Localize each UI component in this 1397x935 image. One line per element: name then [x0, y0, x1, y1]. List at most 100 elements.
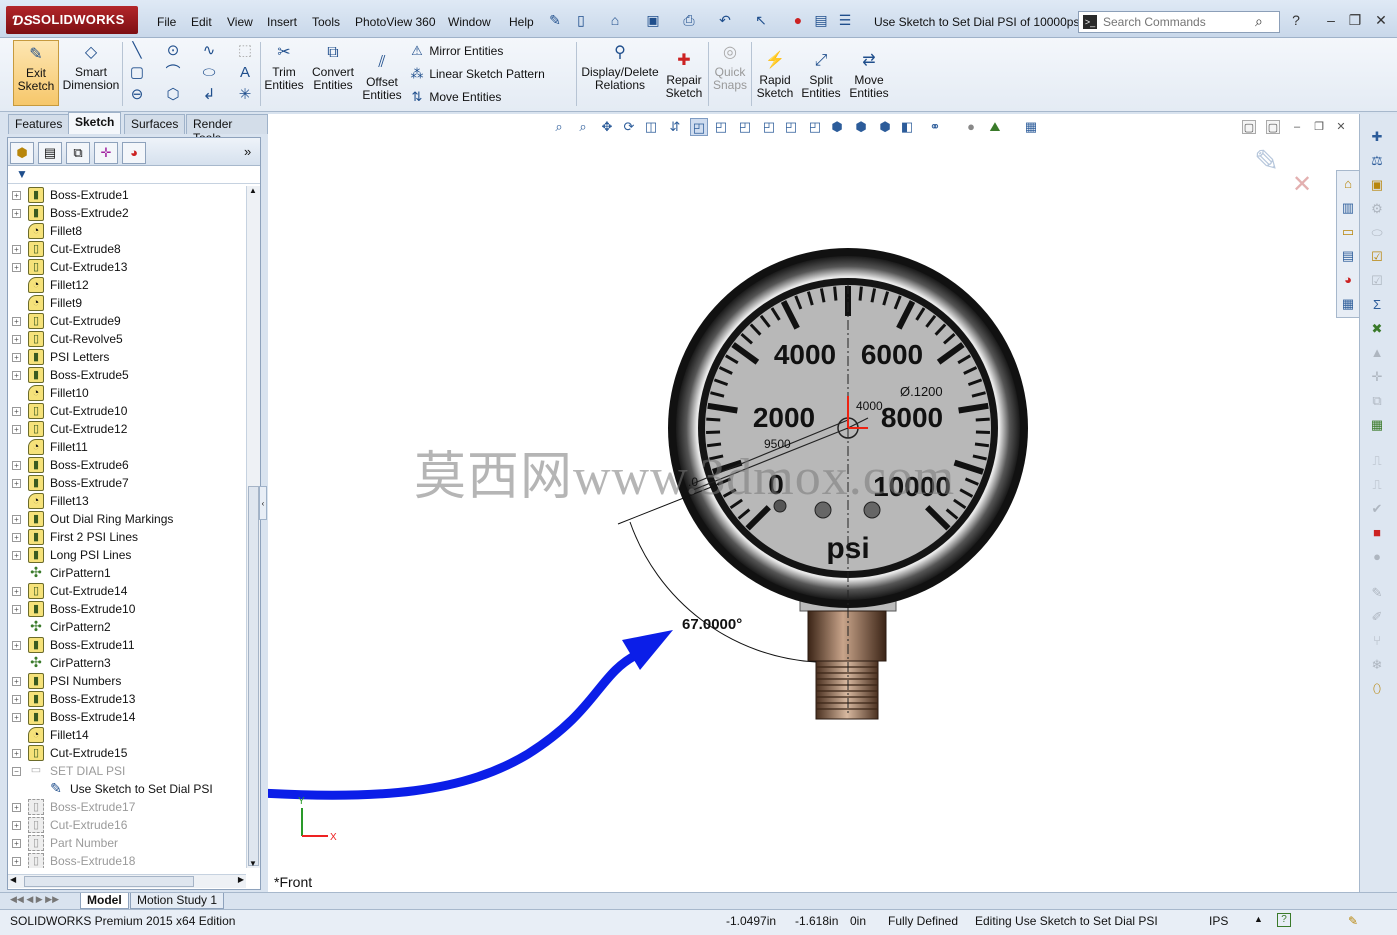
task-pane-draw-icon[interactable]: ✐: [1368, 608, 1386, 626]
task-pane-route-icon[interactable]: ✖: [1368, 320, 1386, 338]
scroll-up-icon[interactable]: ▲: [249, 186, 257, 195]
feature-tree-item[interactable]: ◔ Fillet11: [8, 438, 246, 456]
task-pane-checkbox-icon[interactable]: ☑: [1368, 272, 1386, 290]
feature-tree-item[interactable]: + ▯ Boss-Extrude17: [8, 798, 246, 816]
expand-toggle-icon[interactable]: +: [12, 425, 21, 434]
close-button[interactable]: ✕: [1372, 12, 1390, 28]
tab-features[interactable]: Features: [8, 114, 70, 134]
feature-tree-item[interactable]: + ▮ Boss-Extrude7: [8, 474, 246, 492]
minimize-button[interactable]: –: [1322, 12, 1340, 28]
menu-insert[interactable]: Insert: [267, 15, 297, 29]
dimxpert-tab-icon[interactable]: ✛: [94, 142, 118, 164]
feature-tree-item[interactable]: + ▯ Cut-Extrude16: [8, 816, 246, 834]
expand-toggle-icon[interactable]: +: [12, 371, 21, 380]
graphics-area[interactable]: ⌕ ⌕ ✥ ⟳ ◫ ⇵ ◰ ◰ ◰ ◰ ◰ ◰ ⬢ ⬢ ⬢ ◧ ⚭ ● ⛰ ▦ …: [268, 114, 1359, 892]
search-commands[interactable]: >_ ⌕: [1078, 11, 1280, 33]
undo-icon[interactable]: ↶: [716, 12, 734, 28]
feature-tree-item[interactable]: ◔ Fillet9: [8, 294, 246, 312]
scroll-left-icon[interactable]: ◀: [10, 875, 16, 884]
feature-tree-item[interactable]: + ▮ Boss-Extrude5: [8, 366, 246, 384]
task-pane-sphere-icon[interactable]: ●: [1368, 548, 1386, 566]
tree-horizontal-scrollbar[interactable]: ◀ ▶: [8, 874, 246, 888]
menu-photoview[interactable]: PhotoView 360: [355, 15, 436, 29]
task-pane-cylinder-icon[interactable]: ⬭: [1368, 224, 1386, 242]
restore-button[interactable]: ❐: [1346, 12, 1364, 28]
pin-icon[interactable]: ✎: [546, 12, 564, 28]
feature-tree-item[interactable]: ◔ Fillet10: [8, 384, 246, 402]
expand-toggle-icon[interactable]: +: [12, 641, 21, 650]
feature-tree-item[interactable]: ◔ Fillet8: [8, 222, 246, 240]
panel-splitter-handle[interactable]: ‹: [259, 486, 267, 520]
search-input[interactable]: [1103, 14, 1253, 30]
feature-tree-item[interactable]: + ▮ Boss-Extrude14: [8, 708, 246, 726]
arc-tool-icon[interactable]: ⌒: [164, 64, 182, 82]
offset-entities-button[interactable]: ⫽ Offset Entities: [360, 50, 404, 102]
expand-toggle-icon[interactable]: −: [12, 767, 21, 776]
feature-tree-tab-icon[interactable]: ⬢: [10, 142, 34, 164]
task-pane-resources-icon[interactable]: ✚: [1368, 128, 1386, 146]
tree-filter[interactable]: ▼: [8, 166, 260, 184]
task-pane-check-circle-icon[interactable]: ✔: [1368, 500, 1386, 518]
file-properties-icon[interactable]: ▤: [812, 12, 830, 28]
status-units[interactable]: IPS: [1209, 914, 1228, 928]
tab-scroll-arrows-icon[interactable]: ◀◀ ◀ ▶ ▶▶: [10, 894, 59, 905]
rebuild-icon[interactable]: ●: [789, 12, 807, 28]
feature-tree-item[interactable]: ◔ Fillet13: [8, 492, 246, 510]
view-palette-icon[interactable]: ▤: [1339, 247, 1357, 265]
configuration-manager-tab-icon[interactable]: ⧉: [66, 142, 90, 164]
expand-toggle-icon[interactable]: +: [12, 479, 21, 488]
linear-sketch-pattern-button[interactable]: ⁂ Linear Sketch Pattern: [408, 66, 545, 82]
file-explorer-icon[interactable]: ▭: [1339, 223, 1357, 241]
display-delete-relations-button[interactable]: ⚲ Display/Delete Relations: [580, 40, 660, 92]
expand-toggle-icon[interactable]: +: [12, 461, 21, 470]
feature-tree-item[interactable]: + ▮ Boss-Extrude11: [8, 636, 246, 654]
rebuild-status-icon[interactable]: ✎: [1348, 914, 1358, 928]
circle-tool-icon[interactable]: ⊙: [164, 42, 182, 60]
feature-tree-item[interactable]: ✣ CirPattern2: [8, 618, 246, 636]
expand-toggle-icon[interactable]: +: [12, 677, 21, 686]
expand-toggle-icon[interactable]: +: [12, 245, 21, 254]
feature-tree-item[interactable]: + ▯ Cut-Extrude12: [8, 420, 246, 438]
tree-vertical-scrollbar[interactable]: ▲ ▼: [246, 186, 260, 868]
feature-tree-item[interactable]: ✣ CirPattern3: [8, 654, 246, 672]
rapid-sketch-button[interactable]: ⚡ Rapid Sketch: [754, 48, 796, 100]
menu-help[interactable]: Help: [509, 15, 534, 29]
mirror-entities-button[interactable]: ⚠ Mirror Entities: [408, 43, 503, 59]
menu-view[interactable]: View: [227, 15, 253, 29]
rectangle-tool-icon[interactable]: ▢: [128, 64, 146, 82]
print-icon[interactable]: ⎙: [680, 12, 698, 28]
appearances-scenes-icon[interactable]: ◕: [1339, 271, 1357, 289]
task-pane-gear-icon[interactable]: ⚙: [1368, 200, 1386, 218]
menu-edit[interactable]: Edit: [191, 15, 212, 29]
custom-properties-icon[interactable]: ▦: [1339, 295, 1357, 313]
tab-render-tools[interactable]: Render Tools: [186, 114, 268, 145]
split-entities-button[interactable]: ⤢ Split Entities: [798, 48, 844, 100]
slot-tool-icon[interactable]: ⊖: [128, 86, 146, 104]
design-library-icon[interactable]: ▥: [1339, 199, 1357, 217]
grid-tool-icon[interactable]: ⬚: [236, 42, 254, 60]
feature-tree-item[interactable]: ✣ CirPattern1: [8, 564, 246, 582]
solidworks-logo[interactable]: ƊS SOLIDWORKS: [6, 6, 138, 34]
tab-sketch[interactable]: Sketch: [68, 112, 122, 134]
ellipse-tool-icon[interactable]: ⬭: [200, 64, 218, 82]
property-manager-tab-icon[interactable]: ▤: [38, 142, 62, 164]
task-pane-library-icon[interactable]: ▣: [1368, 176, 1386, 194]
convert-entities-button[interactable]: ⧉ Convert Entities: [308, 40, 358, 92]
text-tool-icon[interactable]: A: [236, 64, 254, 82]
feature-tree-item[interactable]: − ▭ SET DIAL PSI: [8, 762, 246, 780]
open-folder-icon[interactable]: ⌂: [606, 12, 624, 28]
feature-tree-item[interactable]: + ▮ Boss-Extrude6: [8, 456, 246, 474]
save-icon[interactable]: ▣: [644, 12, 662, 28]
expand-toggle-icon[interactable]: +: [12, 803, 21, 812]
task-pane-snowflake-icon[interactable]: ❄: [1368, 656, 1386, 674]
move-entities-button[interactable]: ⇄ Move Entities: [846, 48, 892, 100]
expand-toggle-icon[interactable]: +: [12, 335, 21, 344]
feature-tree-item[interactable]: + ▮ Boss-Extrude2: [8, 204, 246, 222]
task-pane-color-icon[interactable]: ■: [1368, 524, 1386, 542]
feature-tree-item[interactable]: + ▯ Cut-Extrude13: [8, 258, 246, 276]
task-pane-cone-icon[interactable]: ▲: [1368, 344, 1386, 362]
expand-toggle-icon[interactable]: +: [12, 821, 21, 830]
feature-tree-item[interactable]: + ▮ Boss-Extrude10: [8, 600, 246, 618]
feature-tree-item[interactable]: ◔ Fillet14: [8, 726, 246, 744]
feature-tree-item[interactable]: + ▮ PSI Letters: [8, 348, 246, 366]
